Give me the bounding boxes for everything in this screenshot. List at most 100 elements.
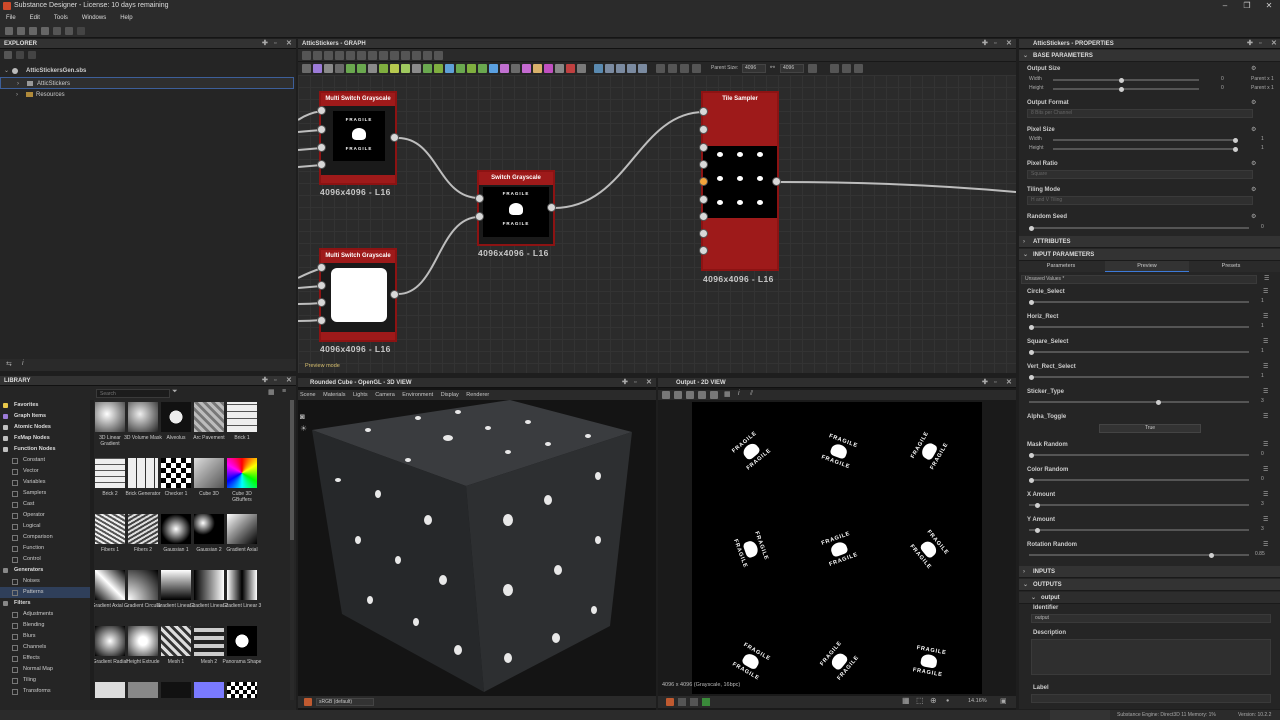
label-input[interactable] <box>1031 694 1271 703</box>
channels-icon[interactable] <box>698 391 706 399</box>
output-port[interactable] <box>547 203 556 212</box>
section-base-parameters[interactable]: ⌄ BASE PARAMETERS <box>1019 50 1280 62</box>
zoom-level[interactable]: 14.16% <box>968 698 987 704</box>
menu-materials[interactable]: Materials <box>323 392 345 398</box>
library-category[interactable]: Filters <box>0 598 90 609</box>
library-node-thumbnail[interactable] <box>161 402 191 432</box>
input-port[interactable] <box>699 160 708 169</box>
menu-file[interactable]: File <box>0 12 22 24</box>
minimize-icon[interactable]: – <box>1214 0 1236 12</box>
output-port[interactable] <box>390 290 399 299</box>
library-category[interactable]: Noises <box>0 576 90 587</box>
tree-item-graph[interactable]: › AtticStickers <box>0 77 294 89</box>
fit-view-icon[interactable]: ⬚ <box>916 696 924 705</box>
output-width-slider[interactable] <box>1053 77 1199 83</box>
close-panel-icon[interactable]: ✕ <box>646 378 652 388</box>
maximize-icon[interactable]: ❐ <box>1236 0 1258 12</box>
library-category[interactable]: Patterns <box>0 587 90 598</box>
new-package-icon[interactable] <box>5 27 13 35</box>
library-node-thumbnail[interactable] <box>95 626 125 656</box>
param-menu-icon[interactable]: ☰ <box>1263 516 1268 523</box>
library-node-thumbnail[interactable] <box>128 402 158 432</box>
filter-icon[interactable]: ⏷ <box>172 388 178 396</box>
output-format-select[interactable]: 8 Bits per Channel <box>1027 109 1253 118</box>
library-node-thumbnail[interactable] <box>161 458 191 488</box>
background-icon[interactable] <box>678 698 686 706</box>
function-icon[interactable]: ⚙ <box>1251 126 1256 133</box>
function-icon[interactable]: ⚙ <box>1251 99 1256 106</box>
param-menu-icon[interactable]: ☰ <box>1263 491 1268 498</box>
output-height-value[interactable]: 0 <box>1221 85 1224 91</box>
menu-edit[interactable]: Edit <box>24 12 46 24</box>
library-node-thumbnail[interactable] <box>95 402 125 432</box>
input-port[interactable] <box>699 195 708 204</box>
library-node-thumbnail[interactable] <box>227 514 257 544</box>
library-node-thumbnail[interactable] <box>227 402 257 432</box>
node-switch-grayscale[interactable]: Switch Grayscale FRAGILE FRAGILE <box>477 170 555 246</box>
explorer-save-icon[interactable] <box>28 51 36 59</box>
tiling-icon[interactable] <box>702 698 710 706</box>
library-node-thumbnail[interactable] <box>227 626 257 656</box>
library-category[interactable]: Function <box>0 543 90 554</box>
float-icon[interactable]: ▫ <box>274 39 276 49</box>
library-category[interactable]: Operator <box>0 510 90 521</box>
tab-presets[interactable]: Presets <box>1191 261 1271 272</box>
input-port[interactable] <box>699 229 708 238</box>
input-port[interactable] <box>317 281 326 290</box>
section-outputs[interactable]: ⌄ OUTPUTS <box>1019 579 1280 591</box>
pixel-height-slider[interactable] <box>1053 146 1238 152</box>
param-slider[interactable] <box>1029 299 1249 305</box>
output-width-relative[interactable]: Parent x 1 <box>1251 76 1274 82</box>
library-node-thumbnail[interactable] <box>194 626 224 656</box>
save-icon[interactable] <box>41 27 49 35</box>
library-node-thumbnail[interactable] <box>194 458 224 488</box>
library-node-thumbnail[interactable] <box>95 682 125 698</box>
library-category[interactable]: Constant <box>0 455 90 466</box>
tab-parameters[interactable]: Parameters <box>1019 261 1103 272</box>
param-value[interactable]: 1 <box>1261 373 1264 379</box>
description-input[interactable] <box>1031 639 1271 675</box>
close-panel-icon[interactable]: ✕ <box>286 39 292 49</box>
param-value[interactable]: 1 <box>1261 348 1264 354</box>
library-search-input[interactable] <box>97 390 167 398</box>
param-value[interactable]: 3 <box>1261 526 1264 532</box>
tiling-mode-select[interactable]: H and V Tiling <box>1027 196 1253 205</box>
input-port[interactable] <box>475 194 484 203</box>
library-category[interactable]: Adjustments <box>0 609 90 620</box>
library-category[interactable]: Logical <box>0 521 90 532</box>
pixel-ratio-select[interactable]: Square <box>1027 170 1253 179</box>
output-height-slider[interactable] <box>1053 86 1199 92</box>
colorspace-select[interactable]: sRGB (default) <box>316 698 374 706</box>
library-node-thumbnail[interactable] <box>227 682 257 698</box>
close-icon[interactable]: ✕ <box>1258 0 1280 12</box>
output-width-value[interactable]: 0 <box>1221 76 1224 82</box>
param-slider[interactable] <box>1029 527 1249 533</box>
input-port[interactable] <box>699 143 708 152</box>
library-category[interactable]: Samplers <box>0 488 90 499</box>
param-slider[interactable] <box>1029 374 1249 380</box>
menu-camera[interactable]: Camera <box>375 392 395 398</box>
node-multi-switch-grayscale-1[interactable]: Multi Switch Grayscale FRAGILE FRAGILE <box>319 91 397 185</box>
input-port[interactable] <box>317 143 326 152</box>
menu-renderer[interactable]: Renderer <box>466 392 489 398</box>
param-menu-icon[interactable]: ☰ <box>1263 413 1268 420</box>
param-slider[interactable] <box>1029 477 1249 483</box>
input-port[interactable] <box>317 316 326 325</box>
library-node-thumbnail[interactable] <box>128 626 158 656</box>
library-node-thumbnail[interactable] <box>161 682 191 698</box>
menu-tools[interactable]: Tools <box>48 12 74 24</box>
output-port[interactable] <box>772 177 781 186</box>
input-port[interactable] <box>317 263 326 272</box>
library-node-thumbnail[interactable] <box>161 514 191 544</box>
library-category[interactable]: Channels <box>0 642 90 653</box>
param-menu-icon[interactable]: ☰ <box>1263 541 1268 548</box>
library-category[interactable]: Variables <box>0 477 90 488</box>
input-port[interactable] <box>317 160 326 169</box>
param-menu-icon[interactable]: ☰ <box>1263 363 1268 370</box>
settings-icon[interactable]: ⇆ <box>6 360 12 368</box>
preset-select[interactable]: Unsaved Values * <box>1021 275 1257 284</box>
menu-help[interactable]: Help <box>114 12 138 24</box>
output-item[interactable]: ⌄ output <box>1019 592 1280 604</box>
close-panel-icon[interactable]: ✕ <box>1006 378 1012 388</box>
tile-icon[interactable]: ▦ <box>724 390 731 398</box>
